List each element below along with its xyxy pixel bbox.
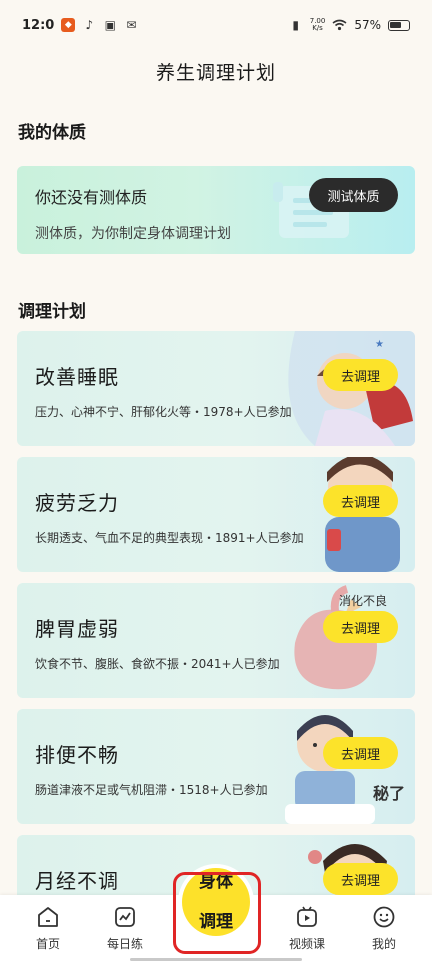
plan-card-fatigue[interactable]: 疲劳乏力 长期透支、气血不足的典型表现・1891+人已参加 去调理 [17, 457, 415, 572]
svg-text:★: ★ [375, 339, 384, 350]
tab-daily-practice[interactable]: 每日练 [95, 905, 155, 952]
go-adjust-button[interactable]: 去调理 [323, 737, 398, 769]
status-bar: 12:0 ◆ ♪ ▣ ✉ ▮ 7.00 K/s 57% [0, 0, 432, 50]
plan-card-sleep[interactable]: ★ 改善睡眠 压力、心神不宁、肝郁化火等・1978+人已参加 去调理 [17, 331, 415, 446]
net-speed-unit: K/s [312, 24, 323, 32]
tab-label: 每日练 [106, 937, 143, 951]
center-tab-line2: 调理 [199, 912, 233, 932]
plan-name: 改善睡眠 [35, 365, 119, 389]
plan-description: 压力、心神不宁、肝郁化火等・1978+人已参加 [35, 405, 292, 419]
notification-icon-2: ▣ [104, 18, 117, 32]
section-title-plans: 调理计划 [18, 302, 86, 322]
plan-card-constipation[interactable]: 秘了 排便不畅 肠道津液不足或气机阻滞・1518+人已参加 去调理 [17, 709, 415, 824]
tab-body-adjustment[interactable]: 身体 调理 [182, 868, 250, 936]
go-adjust-button[interactable]: 去调理 [323, 485, 398, 517]
digestion-caption: 消化不良 [339, 593, 387, 608]
center-tab-line1: 身体 [199, 872, 233, 892]
notification-app-icon: ◆ [61, 18, 76, 32]
battery-percent: 57% [354, 18, 381, 32]
go-adjust-button[interactable]: 去调理 [323, 359, 398, 391]
constitution-card[interactable]: 你还没有测体质 测体质，为你制定身体调理计划 测试体质 [17, 166, 415, 254]
constitution-subtitle: 测体质，为你制定身体调理计划 [35, 226, 231, 242]
battery-icon [388, 19, 410, 31]
smiley-icon [373, 906, 395, 928]
notification-icon-3: ✉ [126, 18, 137, 32]
plan-name: 月经不调 [35, 869, 119, 893]
plan-description: 长期透支、气血不足的典型表现・1891+人已参加 [35, 531, 304, 545]
chart-icon [115, 907, 135, 927]
plan-name: 疲劳乏力 [35, 491, 119, 515]
plan-card-spleen[interactable]: 消化不良 脾胃虚弱 饮食不节、腹胀、食欲不振・2041+人已参加 去调理 [17, 583, 415, 698]
tab-label: 我的 [371, 937, 396, 951]
status-time: 12:0 [22, 17, 55, 33]
sim-icon: ▮ [292, 18, 300, 32]
plan-description: 饮食不节、腹胀、食欲不振・2041+人已参加 [35, 657, 280, 671]
section-title-constitution: 我的体质 [18, 123, 86, 143]
tab-video-course[interactable]: 视频课 [277, 905, 337, 952]
wifi-icon [332, 19, 347, 31]
home-icon [38, 907, 58, 927]
page-title: 养生调理计划 [155, 62, 276, 84]
network-speed: 7.00 K/s [310, 18, 326, 32]
tab-label: 视频课 [288, 937, 325, 951]
tab-home[interactable]: 首页 [18, 905, 78, 952]
constitution-title: 你还没有测体质 [35, 188, 148, 207]
constipation-caption: 秘了 [373, 784, 405, 803]
go-adjust-button[interactable]: 去调理 [323, 611, 398, 643]
video-icon [297, 906, 317, 927]
notification-icon: ♪ [85, 18, 94, 32]
plan-name: 排便不畅 [35, 743, 119, 767]
tab-label: 首页 [35, 937, 60, 951]
test-constitution-button[interactable]: 测试体质 [309, 178, 398, 212]
plan-name: 脾胃虚弱 [35, 617, 119, 641]
plan-description: 肠道津液不足或气机阻滞・1518+人已参加 [35, 783, 268, 797]
home-indicator [130, 958, 302, 961]
go-adjust-button[interactable]: 去调理 [323, 863, 398, 895]
tab-mine[interactable]: 我的 [354, 905, 414, 952]
